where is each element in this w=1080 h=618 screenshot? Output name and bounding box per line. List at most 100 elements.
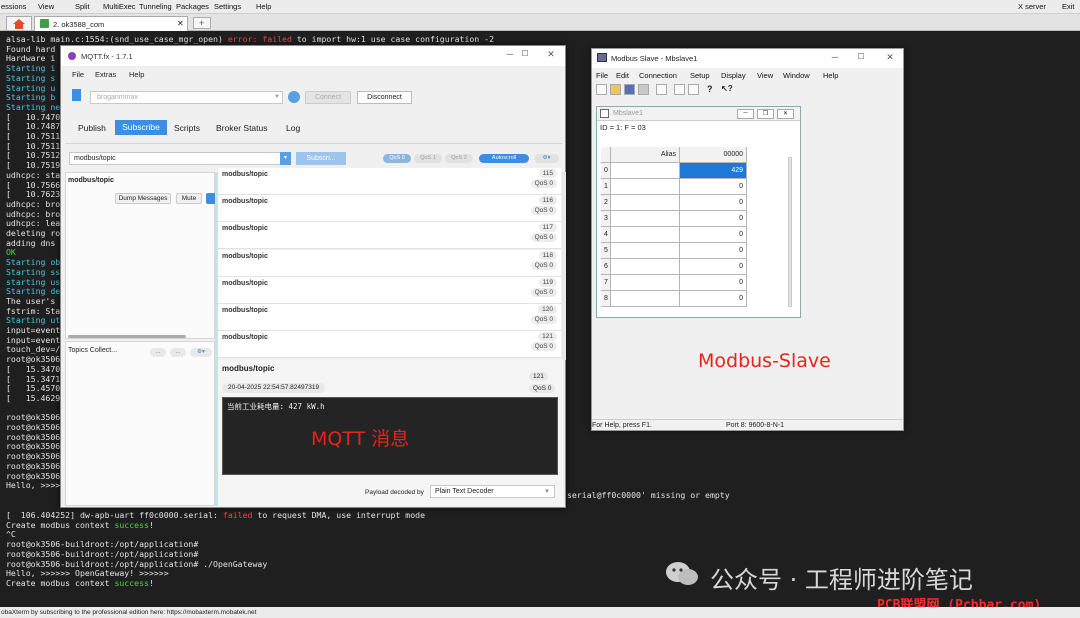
subscribe-topic-value: modbus/topic bbox=[74, 155, 116, 162]
child-minimize-icon[interactable]: ─ bbox=[737, 109, 754, 119]
subscribe-button[interactable]: Subscri... bbox=[296, 152, 346, 165]
context-help-icon[interactable]: ↖? bbox=[721, 84, 733, 95]
mb-menu-window[interactable]: Window bbox=[783, 71, 810, 80]
alias-cell[interactable] bbox=[611, 195, 680, 211]
dump-messages-button[interactable]: Dump Messages bbox=[115, 193, 171, 204]
menu-tunneling[interactable]: Tunneling bbox=[139, 2, 172, 11]
topic-dropdown-icon[interactable]: ▼ bbox=[280, 152, 291, 165]
home-tab[interactable] bbox=[6, 16, 32, 30]
message-row[interactable]: modbus/topic 115 QoS 0 bbox=[218, 168, 561, 195]
new-tab-button[interactable]: + bbox=[193, 17, 211, 29]
mb-menu-connection[interactable]: Connection bbox=[639, 71, 677, 80]
message-row[interactable]: modbus/topic 119 QoS 0 bbox=[218, 276, 561, 304]
subscribe-topic-input[interactable]: modbus/topic bbox=[69, 152, 291, 165]
menu-view[interactable]: View bbox=[38, 2, 54, 11]
mbslave-child-window: Mbslave1 ─ ❐ ✕ ID = 1: F = 03 Alias 0000… bbox=[596, 106, 801, 318]
menu-multiexec[interactable]: MultiExec bbox=[103, 2, 136, 11]
qos1-toggle[interactable]: QoS 1 bbox=[414, 154, 442, 163]
alias-cell[interactable] bbox=[611, 291, 680, 307]
register-value-cell[interactable]: 0 bbox=[680, 211, 747, 227]
message-row[interactable]: modbus/topic 116 QoS 0 bbox=[218, 195, 561, 223]
alias-cell[interactable] bbox=[611, 275, 680, 291]
disconnect-button[interactable]: Disconnect bbox=[357, 91, 412, 104]
mb-menu-file[interactable]: File bbox=[596, 71, 608, 80]
message-row[interactable]: modbus/topic 117 QoS 0 bbox=[218, 222, 561, 250]
register-value-cell[interactable]: 0 bbox=[680, 243, 747, 259]
grid-scrollbar[interactable] bbox=[788, 157, 792, 307]
horizontal-scrollbar[interactable] bbox=[68, 335, 186, 338]
child-close-icon[interactable]: ✕ bbox=[777, 109, 794, 119]
alias-cell[interactable] bbox=[611, 259, 680, 275]
message-list-scrollbar[interactable] bbox=[562, 172, 566, 360]
menu-xserver[interactable]: X server bbox=[1018, 2, 1046, 11]
new-file-icon[interactable] bbox=[596, 84, 607, 95]
child-restore-icon[interactable]: ❐ bbox=[757, 109, 774, 119]
payload-viewer[interactable]: 当前工业耗电量: 427 kW.h MQTT 消息 bbox=[222, 397, 558, 475]
qos2-toggle[interactable]: QoS 2 bbox=[445, 154, 473, 163]
menu-help[interactable]: Help bbox=[256, 2, 271, 11]
minimize-icon[interactable]: ─ bbox=[503, 49, 517, 59]
tab-log[interactable]: Log bbox=[286, 123, 300, 133]
scan-button[interactable]: ... bbox=[150, 348, 166, 357]
close-icon[interactable]: ✕ bbox=[883, 52, 897, 63]
mqtt-menu-extras[interactable]: Extras bbox=[95, 70, 116, 79]
alias-cell[interactable] bbox=[611, 227, 680, 243]
session-tab[interactable]: 2. ok3588_com ✕ bbox=[34, 16, 188, 31]
mb-menu-setup[interactable]: Setup bbox=[690, 71, 710, 80]
print-icon[interactable] bbox=[638, 84, 649, 95]
register-value-cell[interactable]: 0 bbox=[680, 227, 747, 243]
alias-cell[interactable] bbox=[611, 179, 680, 195]
menu-split[interactable]: Split bbox=[75, 2, 90, 11]
alias-cell[interactable] bbox=[611, 211, 680, 227]
menu-packages[interactable]: Packages bbox=[176, 2, 209, 11]
communication-icon[interactable] bbox=[688, 84, 699, 95]
close-icon[interactable]: ✕ bbox=[544, 49, 558, 60]
alias-cell[interactable] bbox=[611, 163, 680, 179]
close-tab-icon[interactable]: ✕ bbox=[177, 19, 184, 28]
autoscroll-toggle[interactable]: Autoscroll bbox=[479, 154, 529, 163]
register-value-cell[interactable]: 0 bbox=[680, 179, 747, 195]
alias-cell[interactable] bbox=[611, 243, 680, 259]
mb-menu-edit[interactable]: Edit bbox=[616, 71, 629, 80]
mb-menu-display[interactable]: Display bbox=[721, 71, 746, 80]
save-icon[interactable] bbox=[624, 84, 635, 95]
message-row[interactable]: modbus/topic 120 QoS 0 bbox=[218, 304, 561, 331]
mb-menu-help[interactable]: Help bbox=[823, 71, 838, 80]
mqtt-menu-help[interactable]: Help bbox=[129, 70, 144, 79]
open-folder-icon[interactable] bbox=[610, 84, 621, 95]
tab-broker-status[interactable]: Broker Status bbox=[216, 123, 268, 133]
menu-sessions[interactable]: essions bbox=[1, 2, 26, 11]
register-value-cell[interactable]: 0 bbox=[680, 275, 747, 291]
terminal-line: [ 15.3470 bbox=[6, 364, 60, 374]
mute-button[interactable]: Mute bbox=[176, 193, 202, 204]
message-row[interactable]: modbus/topic 121 QoS 0 bbox=[218, 331, 561, 359]
mqtt-menu-file[interactable]: File bbox=[72, 70, 84, 79]
about-icon[interactable]: ? bbox=[707, 84, 718, 95]
register-value-cell[interactable]: 0 bbox=[680, 259, 747, 275]
maximize-icon[interactable]: ☐ bbox=[518, 49, 532, 58]
register-grid[interactable]: Alias 00000 0 429 1 0 2 0 3 0 4 0 5 0 6 0 7 0 8 0 bbox=[597, 147, 800, 317]
profile-select[interactable]: broganmmax ▼ bbox=[90, 91, 283, 104]
register-value-cell[interactable]: 0 bbox=[680, 195, 747, 211]
message-row[interactable]: modbus/topic 118 QoS 0 bbox=[218, 249, 561, 277]
tab-scripts[interactable]: Scripts bbox=[174, 123, 200, 133]
menu-exit[interactable]: Exit bbox=[1062, 2, 1075, 11]
minimize-icon[interactable]: ─ bbox=[828, 52, 842, 62]
settings-gear-icon[interactable] bbox=[288, 91, 300, 103]
register-value-cell[interactable]: 0 bbox=[680, 291, 747, 307]
mb-menu-view[interactable]: View bbox=[757, 71, 773, 80]
qos0-toggle[interactable]: QoS 0 bbox=[383, 154, 411, 163]
window-icon[interactable] bbox=[656, 84, 667, 95]
clear-button[interactable]: ... bbox=[170, 348, 186, 357]
maximize-icon[interactable]: ☐ bbox=[854, 52, 868, 61]
register-value-cell[interactable]: 429 bbox=[680, 163, 747, 179]
decoder-select[interactable]: Plain Text Decoder ▼ bbox=[430, 485, 555, 498]
collector-options-icon[interactable]: ⚙▾ bbox=[190, 348, 212, 357]
connect-button[interactable]: Connect bbox=[305, 91, 351, 104]
tab-publish[interactable]: Publish bbox=[78, 123, 106, 133]
options-gear-icon[interactable]: ⚙▾ bbox=[534, 154, 559, 163]
terminal-line-side: serial@ff0c0000' missing or empty bbox=[567, 490, 730, 500]
tab-subscribe[interactable]: Subscribe bbox=[115, 120, 167, 135]
menu-settings[interactable]: Settings bbox=[214, 2, 241, 11]
display-icon[interactable] bbox=[674, 84, 685, 95]
